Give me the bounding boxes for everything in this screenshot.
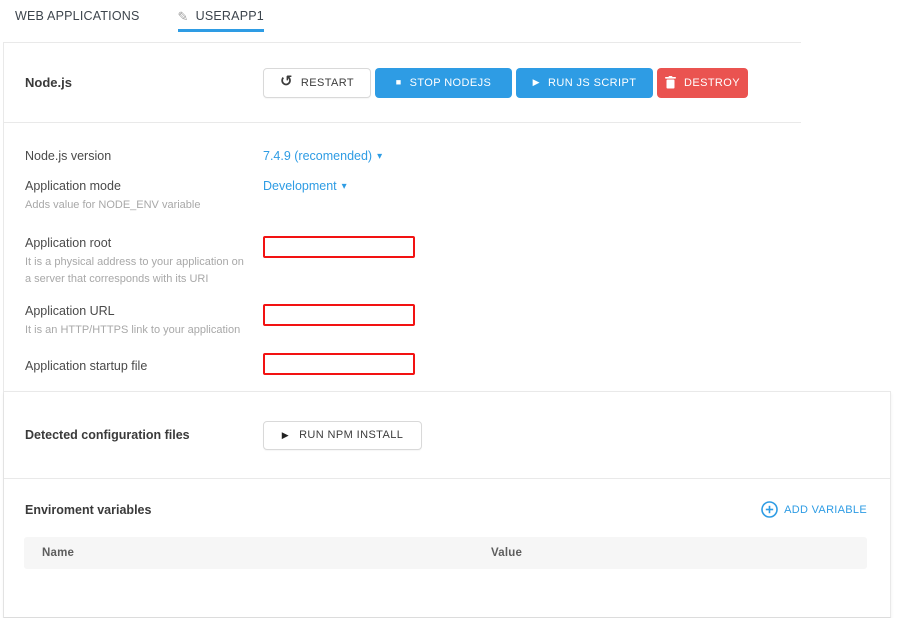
tab-web-applications[interactable]: WEB APPLICATIONS	[15, 9, 140, 31]
form-row-url: Application URL It is an HTTP/HTTPS link…	[25, 304, 801, 339]
destroy-button-label: DESTROY	[684, 77, 740, 89]
play-icon: ▶	[533, 78, 540, 87]
form-row-version: Node.js version 7.4.9 (recomended) ▾	[25, 149, 801, 163]
main-content: Node.js ↺ RESTART ■ STOP NODEJS ▶ RUN JS…	[3, 42, 897, 618]
env-variables-title: Enviroment variables	[25, 503, 151, 517]
add-variable-label: ADD VARIABLE	[784, 504, 867, 516]
version-value: 7.4.9 (recomended)	[263, 149, 372, 163]
form-row-root: Application root It is a physical addres…	[25, 236, 801, 288]
column-header-value: Value	[491, 547, 867, 559]
restart-button[interactable]: ↺ RESTART	[263, 68, 371, 98]
mode-label: Application mode	[25, 179, 263, 193]
nodejs-settings-form: Node.js version 7.4.9 (recomended) ▾ App…	[4, 123, 801, 391]
tab-bar: WEB APPLICATIONS ✎ USERAPP1	[0, 0, 897, 42]
url-label: Application URL	[25, 304, 263, 318]
nodejs-panel-header: Node.js ↺ RESTART ■ STOP NODEJS ▶ RUN JS…	[4, 42, 801, 123]
trash-icon	[665, 76, 676, 89]
restart-icon: ↺	[280, 74, 293, 89]
plus-circle-icon	[761, 501, 778, 518]
stop-button-label: STOP NODEJS	[410, 77, 492, 89]
application-root-input[interactable]	[263, 236, 415, 258]
form-row-startup: Application startup file	[25, 353, 801, 375]
destroy-button[interactable]: DESTROY	[657, 68, 748, 98]
root-label: Application root	[25, 236, 263, 250]
play-icon: ▶	[282, 431, 289, 440]
startup-label: Application startup file	[25, 359, 263, 373]
pencil-icon: ✎	[178, 10, 189, 23]
version-dropdown[interactable]: 7.4.9 (recomended) ▾	[263, 149, 382, 163]
mode-value: Development	[263, 179, 337, 193]
lower-card: Detected configuration files ▶ RUN NPM I…	[4, 391, 891, 618]
add-variable-button[interactable]: ADD VARIABLE	[761, 501, 867, 518]
root-help-text: It is a physical address to your applica…	[25, 254, 253, 288]
mode-help-text: Adds value for NODE_ENV variable	[25, 197, 253, 214]
form-row-mode: Application mode Adds value for NODE_ENV…	[25, 179, 801, 214]
nodejs-action-buttons: ↺ RESTART ■ STOP NODEJS ▶ RUN JS SCRIPT	[263, 68, 748, 98]
caret-down-icon: ▾	[342, 182, 347, 192]
caret-down-icon: ▾	[377, 152, 382, 162]
mode-dropdown[interactable]: Development ▾	[263, 179, 347, 193]
version-label: Node.js version	[25, 149, 263, 163]
stop-nodejs-button[interactable]: ■ STOP NODEJS	[375, 68, 512, 98]
detected-config-label: Detected configuration files	[25, 428, 263, 442]
env-table-header: Name Value	[24, 537, 867, 569]
application-url-input[interactable]	[263, 304, 415, 326]
tab-userapp1[interactable]: ✎ USERAPP1	[178, 9, 264, 32]
run-js-script-button[interactable]: ▶ RUN JS SCRIPT	[516, 68, 653, 98]
npm-button-label: RUN NPM INSTALL	[299, 429, 403, 441]
url-help-text: It is an HTTP/HTTPS link to your applica…	[25, 322, 253, 339]
column-header-name: Name	[24, 547, 491, 559]
nodejs-title: Node.js	[25, 75, 263, 90]
application-startup-file-input[interactable]	[263, 353, 415, 375]
detected-config-section: Detected configuration files ▶ RUN NPM I…	[4, 392, 890, 478]
tab-userapp1-label: USERAPP1	[196, 9, 264, 23]
environment-variables-section: Enviroment variables ADD VARIABLE Name V…	[4, 478, 890, 617]
run-script-button-label: RUN JS SCRIPT	[548, 77, 636, 89]
restart-button-label: RESTART	[301, 77, 354, 89]
run-npm-install-button[interactable]: ▶ RUN NPM INSTALL	[263, 421, 422, 450]
stop-icon: ■	[396, 78, 402, 87]
